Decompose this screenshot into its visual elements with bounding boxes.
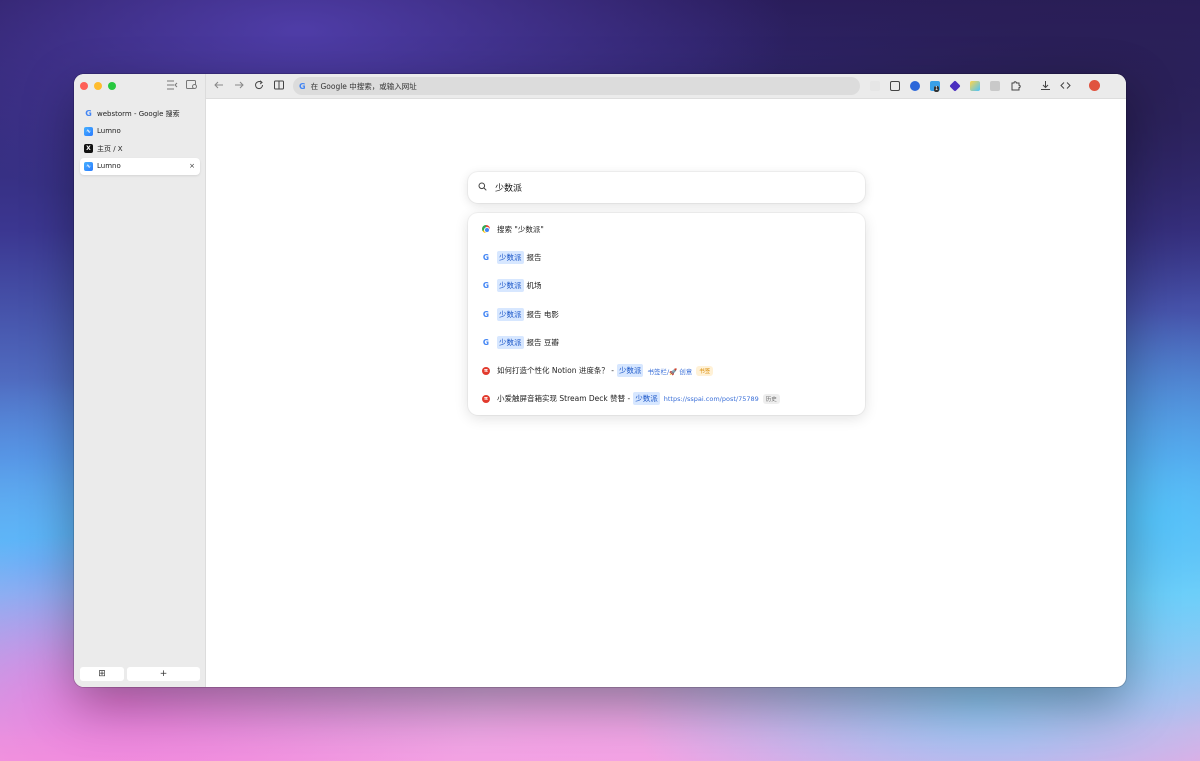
suggestion-text: 机场: [526, 281, 542, 291]
extension-badge-icon[interactable]: 1: [930, 81, 940, 92]
back-icon[interactable]: [213, 80, 225, 92]
toolbar: G 在 Google 中搜索，或输入网址 1: [206, 74, 1126, 99]
suggestion-highlight: 少数派: [497, 279, 524, 293]
search-input[interactable]: 少数派: [468, 172, 865, 203]
profile-avatar-icon[interactable]: [1089, 80, 1100, 91]
1password-icon[interactable]: [910, 81, 920, 91]
minimize-window-button[interactable]: [94, 82, 102, 90]
suggestion-item[interactable]: G 少数派 报告 电影: [468, 300, 865, 328]
lumno-icon: ∿: [84, 161, 93, 171]
suggestion-item[interactable]: π 如何打造个性化 Notion 进度条？ - 少数派 书签栏/🚀 创意 书签: [468, 356, 865, 384]
address-bar[interactable]: G 在 Google 中搜索，或输入网址: [293, 77, 860, 95]
split-view-icon[interactable]: [273, 80, 285, 92]
lumno-icon: ∿: [84, 126, 93, 136]
sspai-icon: π: [482, 366, 490, 375]
plus-icon: +: [159, 669, 168, 679]
suggestion-highlight: 少数派: [616, 364, 644, 378]
purple-extension-icon[interactable]: [949, 80, 961, 92]
suggestion-highlight: 少数派: [633, 392, 660, 406]
suggestion-item[interactable]: G 少数派 机场: [468, 272, 865, 300]
google-icon: G: [482, 252, 490, 262]
devtools-icon[interactable]: [1059, 80, 1071, 92]
download-icon[interactable]: [1039, 80, 1051, 92]
reload-icon[interactable]: [253, 80, 265, 92]
suggestion-text: 报告 电影: [526, 309, 559, 319]
extension-badge-count: 1: [934, 86, 940, 92]
tab-lumno[interactable]: ∿ Lumno: [80, 123, 200, 140]
google-icon: G: [85, 109, 92, 118]
sidebar-footer: ⊞ +: [80, 667, 200, 681]
window-controls: [80, 82, 116, 90]
suggestion-text: 搜索 "少数派": [497, 224, 544, 234]
profile-ghost-icon[interactable]: [870, 81, 880, 91]
tab-list: G webstorm - Google 搜索 ∿ Lumno X 主页 / X …: [80, 105, 200, 175]
suggestion-highlight: 少数派: [497, 307, 524, 321]
tab-search-icon[interactable]: [185, 80, 199, 92]
grid-icon: ⊞: [98, 669, 106, 679]
suggestion-item[interactable]: G 少数派 报告 豆瓣: [468, 328, 865, 356]
tab-lumno-active[interactable]: ∿ Lumno ×: [80, 157, 200, 175]
tab-overview-button[interactable]: ⊞: [80, 667, 124, 681]
google-icon: G: [482, 337, 490, 347]
close-window-button[interactable]: [80, 82, 88, 90]
tab-title: webstorm - Google 搜索: [97, 109, 180, 118]
suggestion-text: 小爱触屏音箱实现 Stream Deck 赞替 -: [497, 394, 631, 404]
history-badge: 历史: [762, 393, 780, 404]
chrome-icon: [482, 225, 490, 234]
color-extension-icon[interactable]: [970, 81, 980, 91]
sspai-icon: π: [482, 394, 490, 403]
suggestion-item[interactable]: 搜索 "少数派": [468, 215, 865, 243]
new-tab-button[interactable]: +: [127, 667, 200, 681]
tab-title: 主页 / X: [97, 144, 123, 153]
sidebar: G webstorm - Google 搜索 ∿ Lumno X 主页 / X …: [74, 74, 206, 687]
browser-window: G webstorm - Google 搜索 ∿ Lumno X 主页 / X …: [74, 74, 1126, 687]
suggestion-highlight: 少数派: [497, 250, 524, 264]
suggestion-highlight: 少数派: [497, 335, 524, 349]
close-tab-icon[interactable]: ×: [189, 162, 195, 170]
suggestion-item[interactable]: G 少数派 报告: [468, 243, 865, 271]
google-icon: G: [482, 281, 490, 291]
google-icon: G: [299, 81, 306, 91]
address-bar-placeholder: 在 Google 中搜索，或输入网址: [310, 81, 417, 91]
gray-extension-icon[interactable]: [990, 81, 1000, 91]
search-icon: [478, 182, 487, 194]
bookmark-folder: 书签栏/🚀 创意: [647, 367, 693, 376]
suggestion-text: 如何打造个性化 Notion 进度条？ -: [497, 366, 614, 376]
tab-webstorm-search[interactable]: G webstorm - Google 搜索: [80, 105, 200, 122]
suggestion-text: 报告: [526, 252, 542, 262]
google-icon: G: [482, 309, 490, 319]
tab-title: Lumno: [97, 162, 121, 170]
zoom-window-button[interactable]: [108, 82, 116, 90]
tab-x-home[interactable]: X 主页 / X: [80, 140, 200, 157]
suggestion-list: 搜索 "少数派" G 少数派 报告 G 少数派 机场 G 少数派 报告 电影 G…: [468, 213, 865, 415]
suggestion-item[interactable]: π 小爱触屏音箱实现 Stream Deck 赞替 - 少数派 https://…: [468, 385, 865, 413]
forward-icon[interactable]: [233, 80, 245, 92]
tab-title: Lumno: [97, 127, 121, 135]
picture-in-picture-icon[interactable]: [890, 81, 900, 91]
bookmark-badge: 书签: [696, 365, 714, 376]
collapse-sidebar-icon[interactable]: [165, 80, 179, 92]
suggestion-url: https://sspai.com/post/75789: [663, 394, 759, 403]
x-icon: X: [84, 144, 93, 153]
search-query: 少数派: [495, 184, 523, 194]
puzzle-icon[interactable]: [1009, 80, 1021, 92]
suggestion-text: 报告 豆瓣: [526, 337, 559, 347]
